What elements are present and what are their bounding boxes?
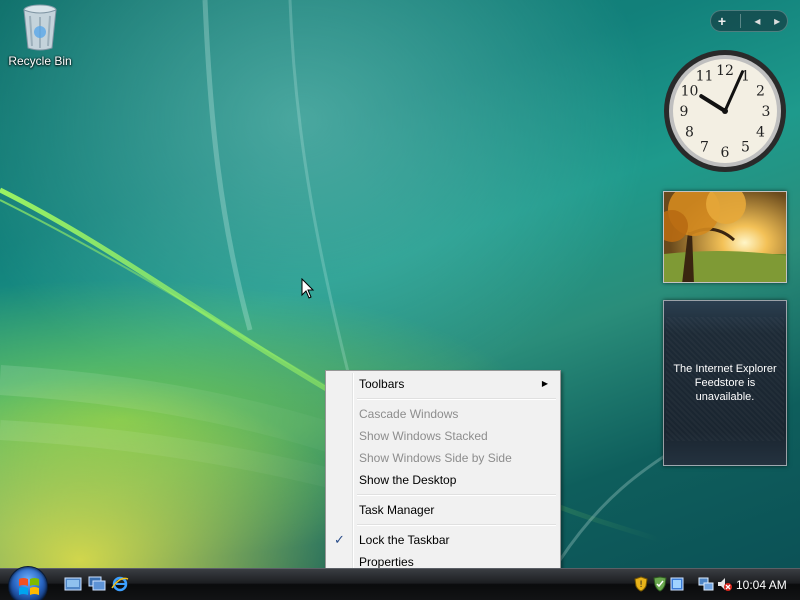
clock-numeral: 11 — [696, 69, 714, 85]
menu-separator — [328, 521, 558, 529]
menu-item-label: Show Windows Side by Side — [359, 451, 512, 465]
menu-item-label: Properties — [359, 555, 414, 569]
system-tray: ! 10:04 AM — [630, 570, 800, 600]
clock-numeral: 2 — [756, 84, 765, 100]
checkmark-icon: ✓ — [334, 532, 345, 547]
menu-item-label: Task Manager — [359, 503, 435, 517]
previous-gadget-page-button[interactable]: ◂ — [754, 15, 760, 27]
sidebar-control-divider — [739, 14, 741, 28]
mouse-cursor-icon — [301, 278, 315, 299]
menu-item-label: Lock the Taskbar — [359, 533, 450, 547]
add-gadget-button[interactable]: + — [718, 14, 726, 28]
taskbar-context-menu: Toolbars ▶ Cascade Windows Show Windows … — [325, 370, 561, 576]
clock-numeral: 8 — [685, 125, 694, 141]
network-icon[interactable] — [698, 576, 714, 592]
clock-gadget[interactable]: 1234567891011 12 — [662, 48, 788, 174]
menu-item-show-windows-stacked: Show Windows Stacked — [328, 425, 558, 447]
clock-numeral: 6 — [721, 145, 730, 161]
menu-item-label: Show Windows Stacked — [359, 429, 488, 443]
show-desktop-icon[interactable] — [64, 576, 82, 592]
menu-item-label: Toolbars — [359, 377, 405, 391]
menu-item-show-windows-side-by-side: Show Windows Side by Side — [328, 447, 558, 469]
menu-item-toolbars[interactable]: Toolbars ▶ — [328, 373, 558, 395]
security-shield-icon[interactable]: ! — [634, 576, 648, 592]
sidebar-controls: + ◂ ▸ — [710, 10, 788, 32]
feed-unavailable-message: The Internet Explorer Feedstore is unava… — [673, 363, 777, 403]
windows-logo-icon — [19, 578, 39, 595]
clock-numeral: 9 — [680, 104, 689, 120]
desktop-icon-recycle-bin[interactable]: Recycle Bin — [6, 2, 74, 68]
volume-muted-icon[interactable] — [716, 576, 732, 592]
autumn-tree-photo — [664, 192, 786, 282]
clock-numeral: 4 — [756, 125, 765, 141]
menu-item-cascade-windows: Cascade Windows — [328, 403, 558, 425]
clock-time[interactable]: 10:04 AM — [736, 578, 787, 592]
menu-item-label: Show the Desktop — [359, 473, 457, 487]
svg-text:!: ! — [639, 580, 643, 590]
menu-item-task-manager[interactable]: Task Manager — [328, 499, 558, 521]
menu-separator — [328, 491, 558, 499]
clock-numeral: 3 — [762, 104, 771, 120]
submenu-arrow-icon: ▶ — [541, 379, 548, 388]
clock-numeral: 10 — [681, 84, 699, 100]
next-gadget-page-button[interactable]: ▸ — [774, 15, 780, 27]
start-button[interactable] — [8, 566, 48, 600]
menu-item-label: Cascade Windows — [359, 407, 459, 421]
menu-item-lock-the-taskbar[interactable]: ✓ Lock the Taskbar — [328, 529, 558, 551]
clock-numeral: 5 — [741, 140, 750, 156]
slideshow-gadget[interactable] — [663, 191, 787, 283]
recycle-bin-icon — [23, 4, 57, 51]
clock-numeral: 12 — [716, 63, 734, 79]
internet-explorer-icon[interactable] — [111, 576, 129, 592]
desktop-icon-label: Recycle Bin — [8, 54, 72, 68]
menu-item-show-the-desktop[interactable]: Show the Desktop — [328, 469, 558, 491]
menu-separator — [328, 395, 558, 403]
switch-windows-icon[interactable] — [88, 576, 106, 592]
clock-numeral: 7 — [700, 140, 709, 156]
windows-update-icon[interactable] — [670, 576, 684, 592]
windows-defender-icon[interactable] — [652, 576, 668, 592]
feed-headlines-gadget[interactable]: The Internet Explorer Feedstore is unava… — [663, 300, 787, 466]
